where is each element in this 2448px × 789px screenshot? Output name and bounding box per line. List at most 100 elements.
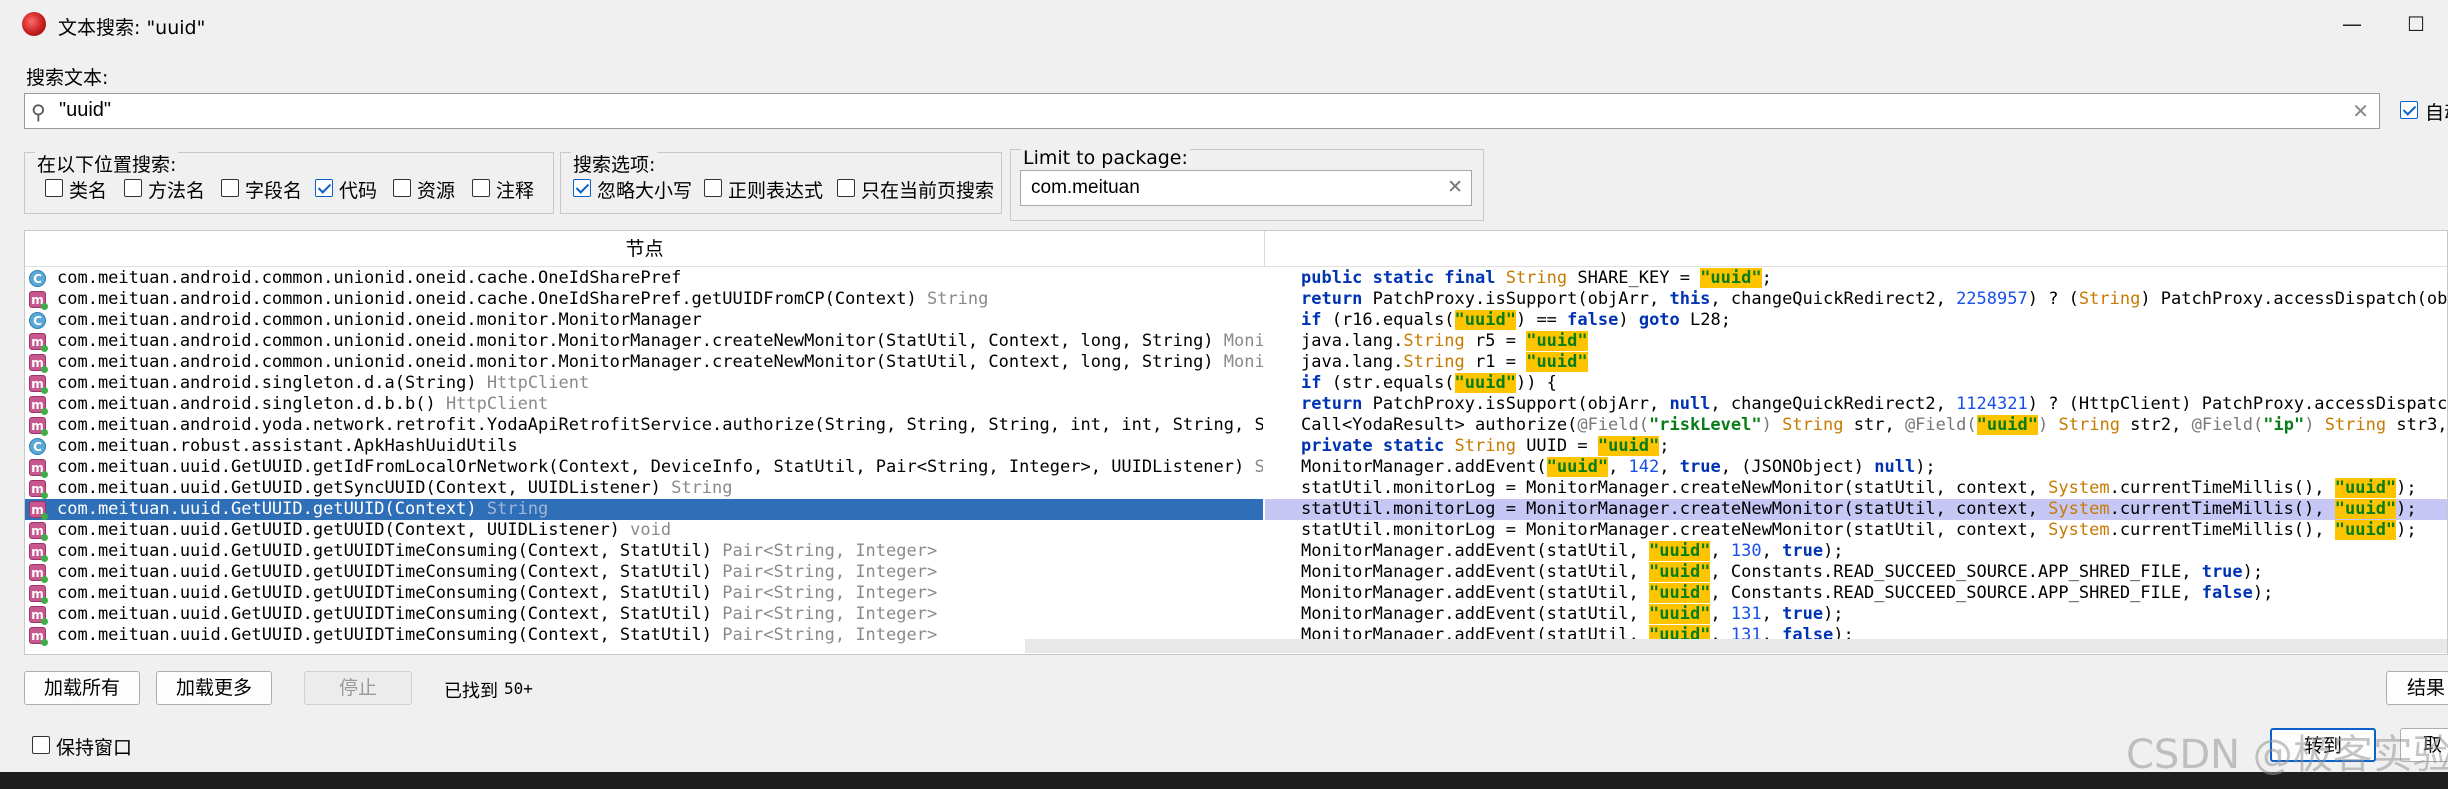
table-row[interactable]: m com.meituan.uuid.GetUUID.getUUID(Contex… [25, 499, 2447, 520]
code-cell[interactable]: Call<YodaResult> authorize(@Field("riskL… [1265, 415, 2447, 436]
code-token: "riskLevel" [1649, 415, 1762, 435]
results-table[interactable]: 节点 Ccom.meituan.android.common.unionid.o… [24, 230, 2448, 655]
code-token: MonitorManager.addEvent(statUtil, [1301, 541, 1649, 561]
search-box[interactable]: ⚲ ✕ [24, 93, 2380, 129]
code-cell[interactable]: java.lang.String r5 = "uuid" [1265, 331, 2447, 352]
table-row[interactable]: m com.meituan.android.common.unionid.onei… [25, 331, 2447, 352]
code-cell[interactable]: statUtil.monitorLog = MonitorManager.cre… [1265, 478, 2447, 499]
code-cell[interactable]: private static String UUID = "uuid"; [1265, 436, 2447, 457]
table-row[interactable]: Ccom.meituan.android.common.unionid.onei… [25, 268, 2447, 289]
node-cell[interactable]: m com.meituan.uuid.GetUUID.getUUIDTimeCon… [25, 562, 1263, 583]
code-cell[interactable]: MonitorManager.addEvent("uuid", 142, tru… [1265, 457, 2447, 478]
node-cell[interactable]: m com.meituan.uuid.GetUUID.getUUIDTimeCon… [25, 541, 1263, 562]
node-cell[interactable]: m com.meituan.android.common.unionid.onei… [25, 331, 1263, 352]
node-cell[interactable]: m com.meituan.uuid.GetUUID.getSyncUUID(Co… [25, 478, 1263, 499]
match-highlight: "uuid" [1454, 310, 1516, 330]
code-token: public static final [1301, 268, 1506, 288]
table-row[interactable]: m com.meituan.android.common.unionid.onei… [25, 352, 2447, 373]
table-row[interactable]: m com.meituan.android.singleton.d.a(Strin… [25, 373, 2447, 394]
package-input-box[interactable]: ✕ [1020, 170, 1472, 206]
table-row[interactable]: m com.meituan.uuid.GetUUID.getUUID(Contex… [25, 520, 2447, 541]
table-row[interactable]: m com.meituan.uuid.GetUUID.getUUIDTimeCon… [25, 604, 2447, 625]
code-cell[interactable]: java.lang.String r1 = "uuid" [1265, 352, 2447, 373]
code-cell[interactable]: if (str.equals("uuid")) { [1265, 373, 2447, 394]
column-header-code[interactable] [1265, 231, 2447, 267]
node-cell[interactable]: Ccom.meituan.android.common.unionid.onei… [25, 310, 1263, 331]
code-token: L28; [1679, 310, 1731, 330]
node-cell[interactable]: m com.meituan.uuid.GetUUID.getIdFromLocal… [25, 457, 1263, 478]
load-more-button[interactable]: 加载更多 [156, 671, 272, 705]
code-token: false [2201, 583, 2253, 603]
node-cell[interactable]: m com.meituan.uuid.GetUUID.getUUID(Contex… [25, 520, 1263, 541]
table-row[interactable]: m com.meituan.android.yoda.network.retrof… [25, 415, 2447, 436]
checkbox-current-page[interactable] [837, 179, 855, 197]
code-cell[interactable]: MonitorManager.addEvent(statUtil, "uuid"… [1265, 541, 2447, 562]
checkbox-ignore-case[interactable] [573, 179, 591, 197]
node-name: com.meituan.android.yoda.network.retrofi… [57, 415, 1263, 435]
match-highlight: "uuid" [1597, 436, 1660, 456]
code-cell[interactable]: statUtil.monitorLog = MonitorManager.cre… [1265, 520, 2447, 541]
clear-package-icon[interactable]: ✕ [1447, 176, 1463, 198]
table-row[interactable]: m com.meituan.uuid.GetUUID.getUUIDTimeCon… [25, 583, 2447, 604]
checkbox-regex[interactable] [704, 179, 722, 197]
table-row[interactable]: m com.meituan.uuid.GetUUID.getIdFromLocal… [25, 457, 2447, 478]
results-button[interactable]: 结果 [2386, 671, 2448, 705]
node-cell[interactable]: m com.meituan.uuid.GetUUID.getUUIDTimeCon… [25, 583, 1263, 604]
node-cell[interactable]: m com.meituan.uuid.GetUUID.getUUIDTimeCon… [25, 604, 1263, 625]
package-title: Limit to package: [1021, 147, 1190, 169]
node-cell[interactable]: m com.meituan.android.common.unionid.onei… [25, 289, 1263, 310]
code-cell[interactable]: MonitorManager.addEvent(statUtil, "uuid"… [1265, 562, 2447, 583]
horizontal-scrollbar[interactable] [1025, 639, 2447, 653]
node-name: com.meituan.android.singleton.d.a(String… [57, 373, 590, 393]
match-highlight: "uuid" [1546, 457, 1609, 477]
table-row[interactable]: Ccom.meituan.robust.assistant.ApkHashUui… [25, 436, 2447, 457]
node-cell[interactable]: m com.meituan.uuid.GetUUID.getUUID(Contex… [25, 499, 1263, 520]
code-cell[interactable]: return PatchProxy.isSupport(objArr, this… [1265, 289, 2447, 310]
code-cell[interactable]: if (r16.equals("uuid") == false) goto L2… [1265, 310, 2447, 331]
table-row[interactable]: m com.meituan.android.common.unionid.onei… [25, 289, 2447, 310]
node-cell[interactable]: m com.meituan.android.singleton.d.b.b() H… [25, 394, 1263, 415]
table-row[interactable]: m com.meituan.uuid.GetUUID.getUUIDTimeCon… [25, 541, 2447, 562]
node-cell[interactable]: m com.meituan.android.yoda.network.retrof… [25, 415, 1263, 436]
table-row[interactable]: m com.meituan.uuid.GetUUID.getUUIDTimeCon… [25, 562, 2447, 583]
node-cell[interactable]: m com.meituan.android.common.unionid.onei… [25, 352, 1263, 373]
method-icon: m [29, 459, 48, 478]
node-cell[interactable]: Ccom.meituan.robust.assistant.ApkHashUui… [25, 436, 1263, 457]
code-cell[interactable]: MonitorManager.addEvent(statUtil, "uuid"… [1265, 583, 2447, 604]
code-cell[interactable]: MonitorManager.addEvent(statUtil, "uuid"… [1265, 604, 2447, 625]
checkbox-method-name[interactable] [124, 179, 142, 197]
search-input[interactable] [59, 99, 2319, 122]
table-row[interactable]: Ccom.meituan.android.common.unionid.onei… [25, 310, 2447, 331]
maximize-button[interactable]: ☐ [2396, 8, 2436, 40]
table-row[interactable]: m com.meituan.uuid.GetUUID.getSyncUUID(Co… [25, 478, 2447, 499]
column-header-node[interactable]: 节点 [25, 231, 1265, 267]
minimize-button[interactable]: — [2332, 8, 2372, 40]
code-token: ); [1915, 457, 1936, 477]
stop-button[interactable]: 停止 [304, 671, 412, 705]
table-row[interactable]: m com.meituan.android.singleton.d.b.b() H… [25, 394, 2447, 415]
code-cell[interactable]: statUtil.monitorLog = MonitorManager.cre… [1265, 499, 2447, 520]
checkbox-comments[interactable] [472, 179, 490, 197]
node-return-type: HttpClient [476, 373, 590, 393]
checkbox-field-name[interactable] [221, 179, 239, 197]
clear-search-icon[interactable]: ✕ [2352, 99, 2369, 123]
node-name: com.meituan.android.common.unionid.oneid… [57, 352, 1263, 373]
code-token: String [1403, 331, 1465, 351]
app-logo-icon [22, 12, 46, 36]
package-input[interactable] [1031, 177, 1431, 199]
code-cell[interactable]: public static final String SHARE_KEY = "… [1265, 268, 2447, 289]
checkbox-current-page-label: 只在当前页搜索 [861, 180, 995, 202]
node-cell[interactable]: Ccom.meituan.android.common.unionid.onei… [25, 268, 1263, 289]
code-cell[interactable]: return PatchProxy.isSupport(objArr, null… [1265, 394, 2447, 415]
node-cell[interactable]: m com.meituan.android.singleton.d.a(Strin… [25, 373, 1263, 394]
checkbox-resources[interactable] [393, 179, 411, 197]
checkbox-class-name[interactable] [45, 179, 63, 197]
code-token: 2258957 [1956, 289, 2028, 309]
checkbox-code[interactable] [315, 179, 333, 197]
code-token: ); [1823, 604, 1844, 624]
auto-search-checkbox[interactable] [2400, 101, 2418, 119]
keep-window-checkbox[interactable] [32, 736, 50, 754]
load-all-button[interactable]: 加载所有 [24, 671, 140, 705]
